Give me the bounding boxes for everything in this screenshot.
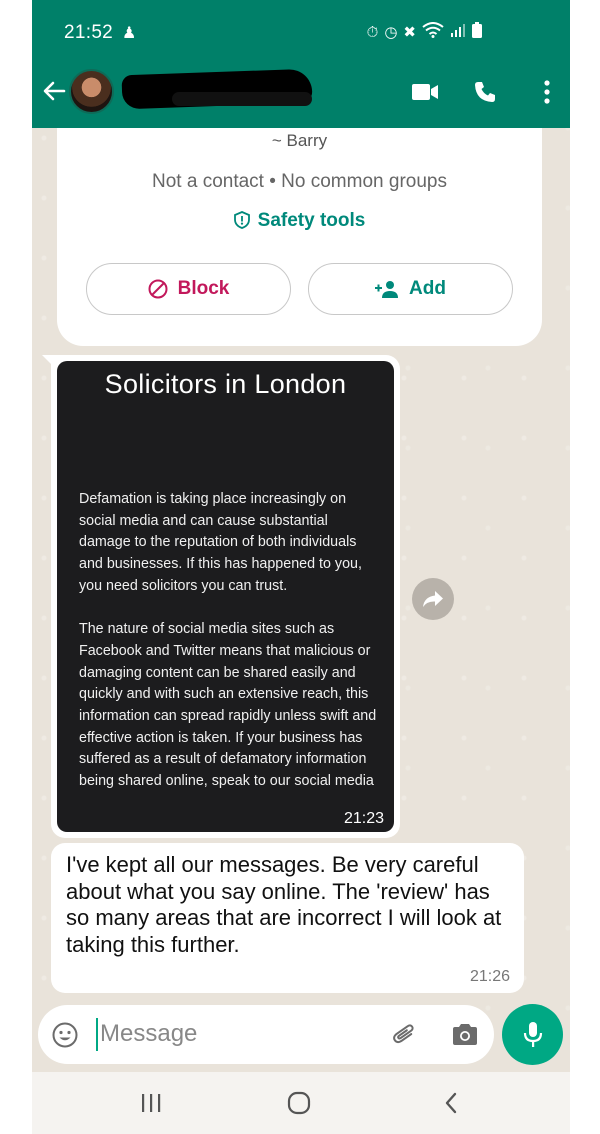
image-message[interactable]: Solicitors in London Defamation is takin…	[51, 355, 400, 838]
mute-icon: ✖	[403, 24, 416, 41]
contact-info-card: ~ Barry Not a contact • No common groups…	[57, 128, 542, 346]
image-body-text: Defamation is taking place increasingly …	[79, 489, 377, 815]
shield-icon	[233, 211, 250, 229]
status-time: 21:52	[64, 22, 114, 43]
chat-header: +44 7552 587 002	[32, 62, 570, 128]
alarm-icon: ⏱	[366, 23, 379, 41]
contact-display-name: ~ Barry	[271, 131, 328, 150]
safety-tools-link[interactable]: Safety tools	[57, 210, 542, 232]
video-call-icon[interactable]	[412, 83, 438, 101]
image-paragraph: Defamation is taking place increasingly …	[79, 491, 362, 594]
image-content[interactable]: Solicitors in London Defamation is takin…	[57, 361, 394, 832]
text-cursor	[96, 1018, 98, 1051]
add-person-icon	[375, 281, 399, 298]
system-nav-bar	[32, 1072, 570, 1134]
battery-icon	[472, 22, 482, 42]
voice-call-icon[interactable]	[473, 80, 497, 104]
text-message[interactable]: I've kept all our messages. Be very care…	[51, 843, 524, 993]
wifi-icon	[422, 22, 444, 42]
home-icon[interactable]	[287, 1091, 311, 1115]
block-label: Block	[177, 278, 230, 299]
clock-icon: ◷	[384, 24, 398, 41]
voice-message-button[interactable]	[502, 1004, 563, 1065]
forward-button[interactable]	[412, 578, 454, 620]
message-input[interactable]: Message	[100, 1020, 197, 1048]
message-time: 21:26	[469, 968, 510, 985]
message-composer[interactable]: Message	[38, 1005, 494, 1064]
message-time: 21:23	[339, 810, 388, 828]
attach-icon[interactable]	[391, 1021, 419, 1049]
image-title: Solicitors in London	[104, 369, 347, 399]
more-options-icon[interactable]	[544, 80, 550, 104]
recent-apps-icon[interactable]	[139, 1092, 163, 1114]
emoji-icon[interactable]	[52, 1022, 78, 1048]
add-contact-button[interactable]: Add	[308, 263, 513, 315]
add-label: Add	[409, 278, 446, 299]
status-icons: ⏱ ◷ ✖	[367, 22, 482, 42]
signal-icon	[450, 23, 466, 41]
accessibility-icon: ♟	[122, 25, 137, 42]
avatar[interactable]	[69, 69, 114, 114]
message-text: I've kept all our messages. Be very care…	[66, 852, 502, 957]
status-bar: 21:52 ♟ ⏱ ◷ ✖	[32, 0, 570, 62]
redaction-scribble	[172, 92, 312, 106]
back-arrow-icon[interactable]	[42, 77, 66, 109]
phone-screen: 21:52 ♟ ⏱ ◷ ✖ +44 7552 587 002 ~ Barry N…	[32, 0, 570, 1134]
back-nav-icon[interactable]	[442, 1091, 460, 1115]
camera-icon[interactable]	[451, 1022, 479, 1048]
image-paragraph: The nature of social media sites such as…	[79, 621, 377, 790]
forward-icon	[423, 591, 443, 607]
block-icon	[148, 279, 168, 299]
safety-tools-label: Safety tools	[257, 210, 366, 231]
microphone-icon	[523, 1021, 542, 1047]
contact-status: Not a contact • No common groups	[152, 171, 447, 192]
block-button[interactable]: Block	[86, 263, 291, 315]
